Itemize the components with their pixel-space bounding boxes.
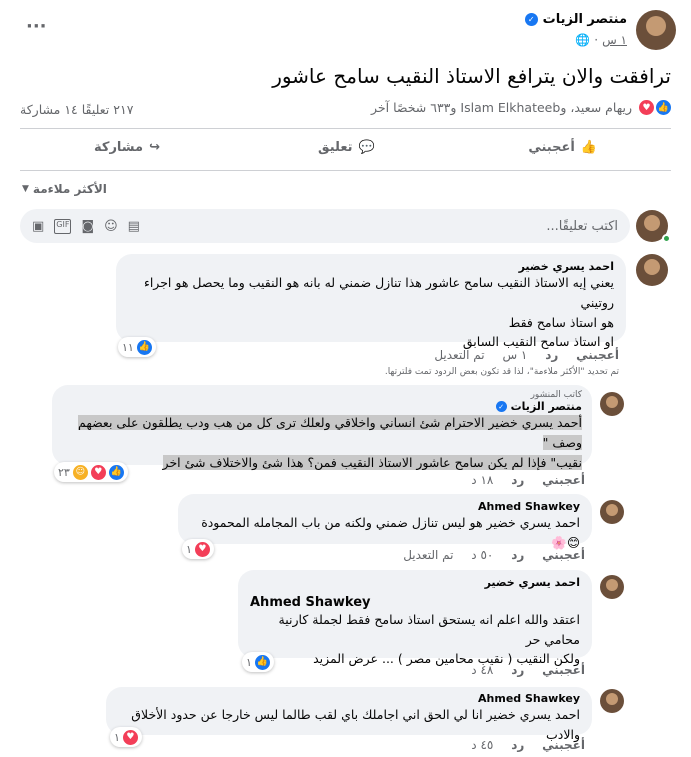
comment-line: هو استاذ سامح فقط	[508, 315, 614, 330]
globe-icon: 🌐	[575, 33, 591, 47]
comment-like-button[interactable]: أعجبني	[542, 663, 585, 677]
comment-reply-button[interactable]: رد	[511, 663, 524, 677]
comment-filter[interactable]: الأكثر ملاءمة ▼	[22, 182, 107, 196]
thumb-icon: 👍	[580, 140, 597, 155]
comment-bubble: احمد يسري خضير يعني إيه الاستاذ النقيب س…	[116, 254, 626, 349]
sticker-icon[interactable]: ▤	[128, 219, 140, 234]
verified-icon: ✓	[495, 401, 507, 412]
mention[interactable]: Ahmed Shawkey	[250, 595, 580, 610]
comment-reply-button[interactable]: رد	[511, 473, 524, 487]
comment-like-button[interactable]: أعجبني	[542, 473, 585, 487]
comment-like-button[interactable]: أعجبني	[542, 548, 585, 562]
composer-tools: ▣ GIF ◙ ☺ ▤	[32, 218, 140, 234]
love-icon: ♥	[122, 729, 138, 745]
comment-line: اعتقد والله اعلم انه يستحق استاذ سامح فق…	[278, 612, 580, 647]
love-icon: ♥	[194, 541, 210, 557]
avatar[interactable]	[636, 254, 668, 286]
comment-bubble: Ahmed Shawkey احمد يسري خضير هو ليس تناز…	[178, 494, 592, 550]
comment-line: يعني إيه الاستاذ النقيب سامح عاشور هذا ت…	[143, 275, 614, 310]
comment-reply-button[interactable]: رد	[511, 738, 524, 752]
post-card: منتصر الزيات ✓ ١ س · 🌐 ··· ترافقت والان …	[6, 0, 685, 757]
avatar[interactable]	[600, 500, 624, 524]
comment-reactions[interactable]: ٢٣ ☺ ♥ 👍	[54, 462, 128, 482]
post-text: ترافقت والان يترافع الاستاذ النقيب سامح …	[272, 64, 671, 88]
edited-label: تم التعديل	[403, 548, 454, 562]
comment-line: احمد يسري خضير هو ليس تنازل ضمني ولكنه م…	[201, 515, 580, 550]
comment-time[interactable]: ٥٠ د	[471, 548, 493, 562]
comment-reactions[interactable]: ١ ♥	[182, 539, 214, 559]
comment-time[interactable]: ١ س	[502, 348, 527, 362]
avatar[interactable]	[600, 575, 624, 599]
share-button[interactable]: ↪ مشاركة	[94, 140, 160, 155]
like-icon: 👍	[108, 464, 124, 480]
more-icon[interactable]: ···	[26, 16, 47, 37]
comment-like-button[interactable]: أعجبني	[542, 738, 585, 752]
comment-actions: أعجبني رد ٤٨ د	[457, 663, 585, 677]
comment-like-button[interactable]: أعجبني	[576, 348, 619, 362]
like-button[interactable]: 👍 أعجبني	[528, 140, 597, 155]
comment-actions: أعجبني رد ١ س تم التعديل	[420, 348, 619, 362]
avatar[interactable]	[600, 392, 624, 416]
like-icon: 👍	[656, 100, 671, 115]
post-meta: ١ س · 🌐	[575, 33, 627, 47]
comment-reactions[interactable]: ١ 👍	[242, 652, 274, 672]
comment-time[interactable]: ٤٥ د	[471, 738, 493, 752]
comment-bubble: كاتب المنشور منتصر الزيات ✓ أحمد يسري خض…	[52, 385, 592, 470]
comment-line: نقيب" فإذا لم يكن سامح عاشور الاستاذ الن…	[162, 455, 582, 470]
care-icon: ☺	[72, 464, 88, 480]
comment-icon: 💬	[358, 140, 375, 155]
share-icon: ↪	[149, 140, 160, 155]
comment-actions: أعجبني رد ٥٠ د تم التعديل	[389, 548, 585, 562]
comment-bubble: احمد يسري خضير Ahmed Shawkey اعتقد والله…	[238, 570, 592, 666]
author-name[interactable]: منتصر الزيات	[543, 12, 627, 27]
camera-icon[interactable]: ◙	[81, 219, 94, 234]
online-dot	[662, 234, 671, 243]
like-icon: 👍	[136, 339, 152, 355]
commenter-name[interactable]: احمد يسري خضير	[250, 576, 580, 589]
commenter-name[interactable]: Ahmed Shawkey	[190, 500, 580, 513]
commenter-name[interactable]: احمد يسري خضير	[128, 260, 614, 273]
like-icon: 👍	[254, 654, 270, 670]
comment-reply-button[interactable]: رد	[511, 548, 524, 562]
divider	[20, 170, 671, 171]
comment-time[interactable]: ٤٨ د	[471, 663, 493, 677]
filter-notice: تم تحديد "الأكثر ملاءمة"، لذا قد تكون بع…	[384, 367, 619, 377]
avatar[interactable]	[600, 689, 624, 713]
chevron-down-icon: ▼	[22, 184, 29, 194]
love-icon: ♥	[90, 464, 106, 480]
commenter-name[interactable]: منتصر الزيات	[511, 400, 582, 413]
comment-bubble: Ahmed Shawkey احمد يسري خضير انا لي الحق…	[106, 687, 592, 742]
post-stats[interactable]: ٢١٧ تعليقًا ١٤ مشاركة	[20, 102, 133, 117]
author-avatar[interactable]	[636, 10, 676, 50]
comment-reply-button[interactable]: رد	[545, 348, 558, 362]
edited-label: تم التعديل	[434, 348, 485, 362]
commenter-name[interactable]: Ahmed Shawkey	[118, 692, 580, 705]
verified-icon: ✓	[524, 13, 538, 26]
comment-actions: أعجبني رد ١٨ د	[457, 473, 585, 487]
divider	[20, 128, 671, 129]
love-icon: ♥	[639, 100, 654, 115]
comment-time[interactable]: ١٨ د	[471, 473, 493, 487]
reactors-text: ريهام سعيد، وIslam Elkhateeb و٦٣٣ شخصًا …	[371, 100, 632, 115]
sticker-icon[interactable]: ▣	[32, 219, 44, 234]
comment-line: أحمد يسري خضير الاحترام شئ انساني واخلاق…	[78, 415, 582, 450]
comment-button[interactable]: 💬 تعليق	[318, 140, 375, 155]
comment-reactions[interactable]: ١ ♥	[110, 727, 142, 747]
emoji-icon[interactable]: ☺	[104, 219, 118, 234]
author-badge: كاتب المنشور	[530, 390, 582, 400]
comment-reactions[interactable]: ١١ 👍	[118, 337, 156, 357]
reaction-summary[interactable]: 👍 ♥ ريهام سعيد، وIslam Elkhateeb و٦٣٣ شخ…	[371, 100, 671, 115]
post-time[interactable]: ١ س	[602, 33, 627, 47]
author-row: منتصر الزيات ✓	[524, 12, 627, 27]
gif-icon[interactable]: GIF	[54, 218, 72, 234]
comment-input[interactable]: اكتب تعليقًا... ▣ GIF ◙ ☺ ▤	[20, 209, 630, 243]
comment-actions: أعجبني رد ٤٥ د	[457, 738, 585, 752]
